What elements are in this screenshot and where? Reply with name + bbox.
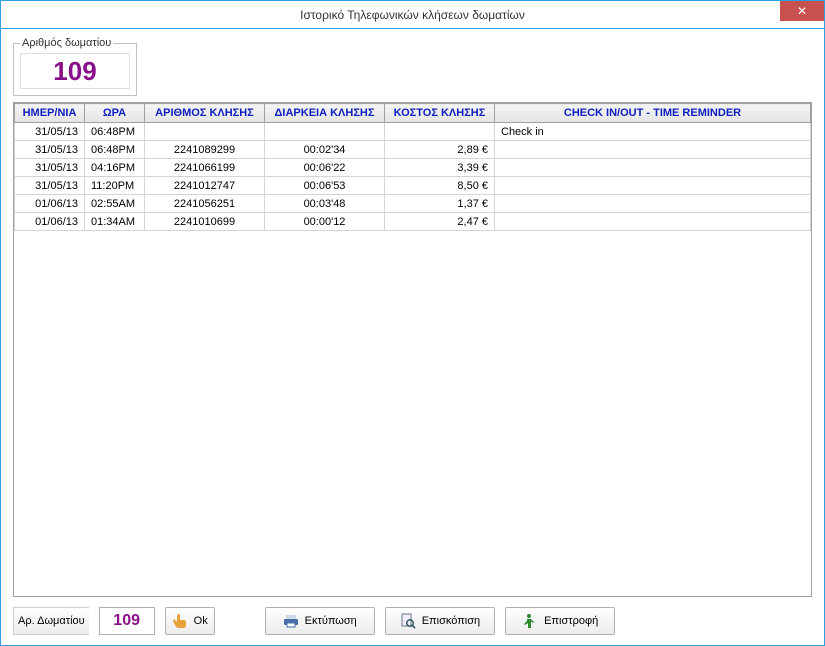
grid-scroll[interactable]: ΗΜΕΡ/ΝΙΑ ΩΡΑ ΑΡΙΘΜΟΣ ΚΛΗΣΗΣ ΔΙΑΡΚΕΙΑ ΚΛΗ…: [14, 103, 811, 596]
print-button-label: Εκτύπωση: [305, 615, 357, 627]
ok-button[interactable]: Ok: [165, 607, 215, 635]
room-box-wrap: Αριθμός δωματίου 109: [13, 37, 812, 102]
table-row[interactable]: 31/05/1306:48PM224108929900:02'342,89 €: [15, 141, 811, 159]
cell-number: 2241010699: [145, 213, 265, 231]
bottom-bar: Αρ. Δωματίου Ok Εκτύπωση Επισκόπιση: [13, 607, 812, 635]
cell-time: 02:55AM: [85, 195, 145, 213]
cell-number: 2241089299: [145, 141, 265, 159]
close-icon: ✕: [797, 4, 807, 18]
cell-time: 06:48PM: [85, 141, 145, 159]
room-number-legend: Αριθμός δωματίου: [20, 37, 113, 49]
table-row[interactable]: 31/05/1311:20PM224101274700:06'538,50 €: [15, 177, 811, 195]
room-number-group: Αριθμός δωματίου 109: [13, 37, 137, 96]
window-title: Ιστορικό Τηλεφωνικών κλήσεων δωματίων: [300, 8, 525, 22]
table-row[interactable]: 31/05/1306:48PM Check in: [15, 123, 811, 141]
hand-point-icon: [172, 613, 188, 629]
cell-time: 01:34AM: [85, 213, 145, 231]
magnifier-page-icon: [400, 613, 416, 629]
room-input-label: Αρ. Δωματίου: [13, 607, 89, 635]
cell-cost: 2,47 €: [385, 213, 495, 231]
preview-button[interactable]: Επισκόπιση: [385, 607, 495, 635]
call-history-table: ΗΜΕΡ/ΝΙΑ ΩΡΑ ΑΡΙΘΜΟΣ ΚΛΗΣΗΣ ΔΙΑΡΚΕΙΑ ΚΛΗ…: [14, 103, 811, 231]
col-header-duration[interactable]: ΔΙΑΡΚΕΙΑ ΚΛΗΣΗΣ: [265, 104, 385, 123]
titlebar: Ιστορικό Τηλεφωνικών κλήσεων δωματίων ✕: [1, 1, 824, 29]
window: Ιστορικό Τηλεφωνικών κλήσεων δωματίων ✕ …: [0, 0, 825, 646]
cell-date: 31/05/13: [15, 159, 85, 177]
cell-note: [495, 195, 811, 213]
print-button[interactable]: Εκτύπωση: [265, 607, 375, 635]
col-header-cost[interactable]: ΚΟΣΤΟΣ ΚΛΗΣΗΣ: [385, 104, 495, 123]
cell-note: [495, 213, 811, 231]
table-header-row: ΗΜΕΡ/ΝΙΑ ΩΡΑ ΑΡΙΘΜΟΣ ΚΛΗΣΗΣ ΔΙΑΡΚΕΙΑ ΚΛΗ…: [15, 104, 811, 123]
cell-date: 31/05/13: [15, 141, 85, 159]
table-row[interactable]: 01/06/1302:55AM224105625100:03'481,37 €: [15, 195, 811, 213]
cell-note: [495, 177, 811, 195]
col-header-number[interactable]: ΑΡΙΘΜΟΣ ΚΛΗΣΗΣ: [145, 104, 265, 123]
cell-time: 04:16PM: [85, 159, 145, 177]
cell-cost: 8,50 €: [385, 177, 495, 195]
cell-date: 31/05/13: [15, 177, 85, 195]
preview-button-label: Επισκόπιση: [422, 615, 480, 627]
content: Αριθμός δωματίου 109 ΗΜΕΡ/ΝΙΑ ΩΡΑ ΑΡΙΘΜΟ…: [1, 29, 824, 645]
cell-number: 2241066199: [145, 159, 265, 177]
cell-time: 11:20PM: [85, 177, 145, 195]
cell-duration: 00:00'12: [265, 213, 385, 231]
cell-number: 2241056251: [145, 195, 265, 213]
cell-date: 01/06/13: [15, 213, 85, 231]
close-button[interactable]: ✕: [780, 1, 824, 21]
exit-person-icon: [522, 613, 538, 629]
call-history-grid: ΗΜΕΡ/ΝΙΑ ΩΡΑ ΑΡΙΘΜΟΣ ΚΛΗΣΗΣ ΔΙΑΡΚΕΙΑ ΚΛΗ…: [13, 102, 812, 597]
return-button[interactable]: Επιστροφή: [505, 607, 615, 635]
cell-cost: 2,89 €: [385, 141, 495, 159]
room-number-input[interactable]: [99, 607, 155, 635]
cell-duration: 00:03'48: [265, 195, 385, 213]
cell-date: 01/06/13: [15, 195, 85, 213]
ok-button-label: Ok: [194, 615, 208, 627]
cell-duration: 00:06'22: [265, 159, 385, 177]
cell-number: 2241012747: [145, 177, 265, 195]
cell-date: 31/05/13: [15, 123, 85, 141]
col-header-note[interactable]: CHECK IN/OUT - TIME REMINDER: [495, 104, 811, 123]
cell-note: [495, 159, 811, 177]
cell-note: [495, 141, 811, 159]
cell-duration: 00:06'53: [265, 177, 385, 195]
table-row[interactable]: 01/06/1301:34AM224101069900:00'122,47 €: [15, 213, 811, 231]
cell-duration: [265, 123, 385, 141]
cell-note: Check in: [495, 123, 811, 141]
cell-cost: 1,37 €: [385, 195, 495, 213]
cell-number: [145, 123, 265, 141]
cell-time: 06:48PM: [85, 123, 145, 141]
return-button-label: Επιστροφή: [544, 615, 598, 627]
printer-icon: [283, 613, 299, 629]
cell-cost: [385, 123, 495, 141]
cell-duration: 00:02'34: [265, 141, 385, 159]
cell-cost: 3,39 €: [385, 159, 495, 177]
table-row[interactable]: 31/05/1304:16PM224106619900:06'223,39 €: [15, 159, 811, 177]
col-header-time[interactable]: ΩΡΑ: [85, 104, 145, 123]
room-number-display: 109: [20, 53, 130, 89]
col-header-date[interactable]: ΗΜΕΡ/ΝΙΑ: [15, 104, 85, 123]
